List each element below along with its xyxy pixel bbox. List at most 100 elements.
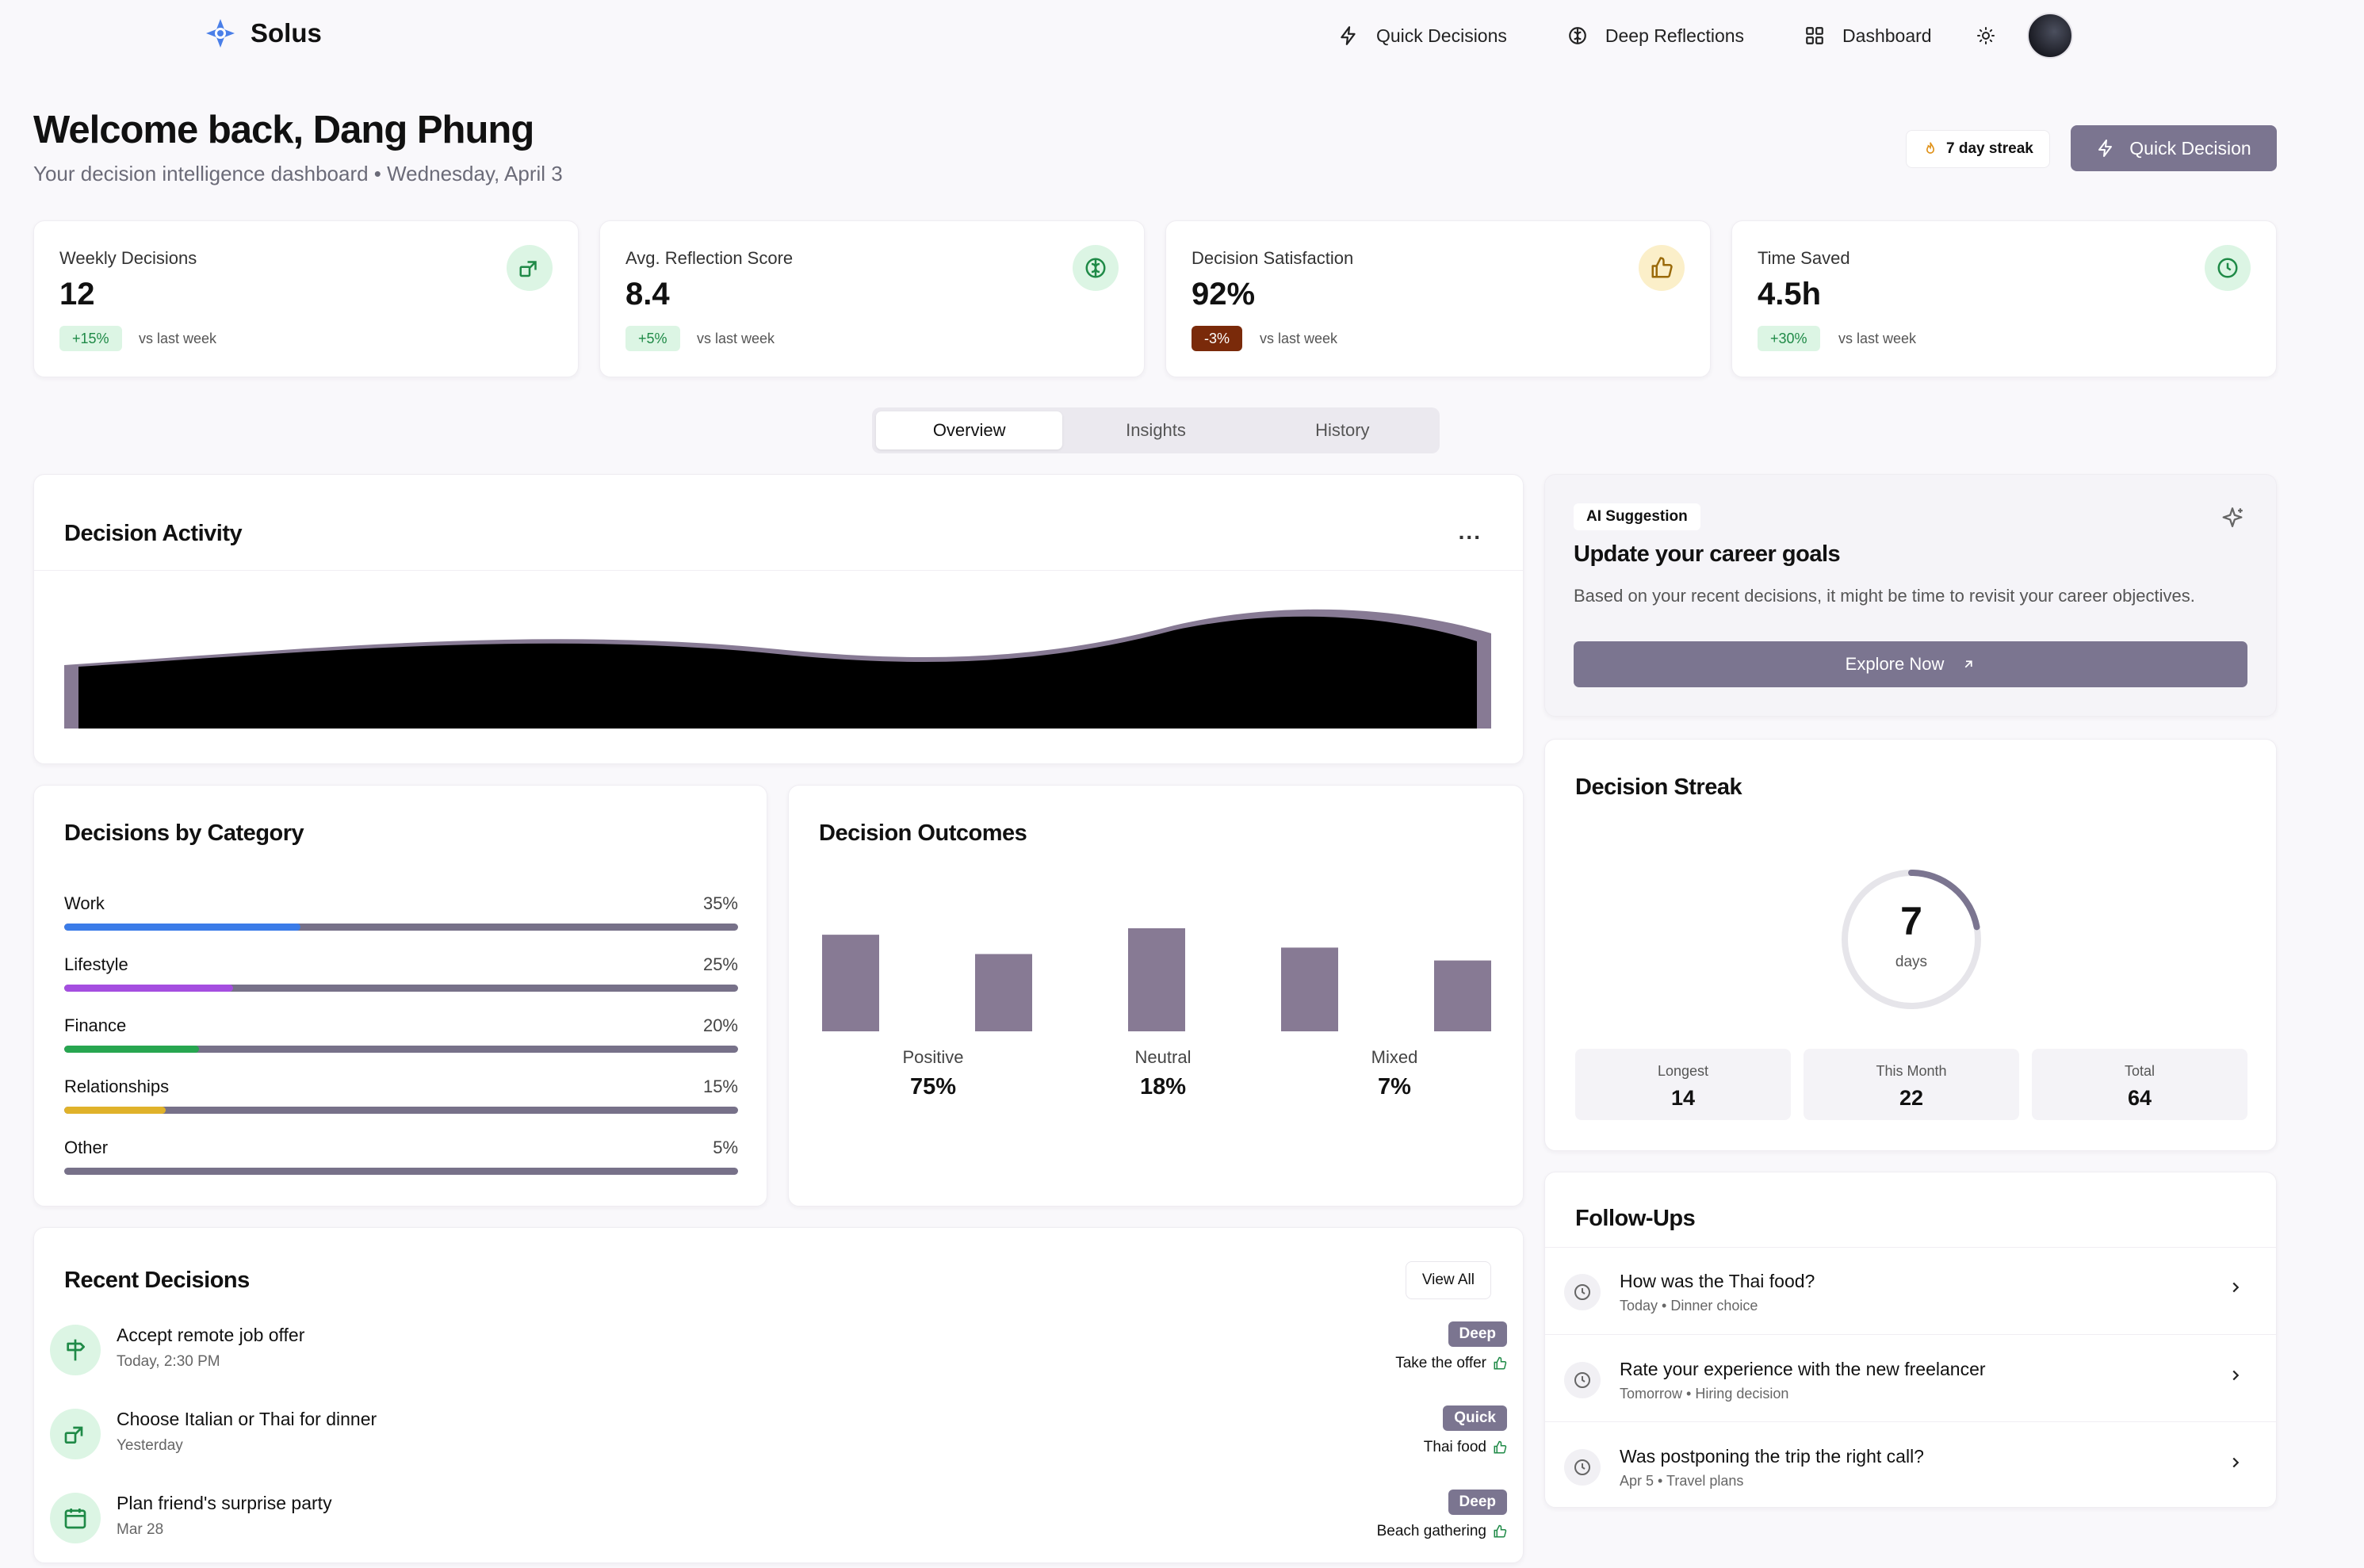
more-menu-icon[interactable]: ...	[1459, 519, 1482, 545]
streak-unit: days	[1895, 954, 1928, 970]
quick-decision-button[interactable]: Quick Decision	[2071, 125, 2277, 171]
streak-stat-label: Longest	[1657, 1063, 1709, 1079]
nav-deep-reflections[interactable]: Deep Reflections	[1567, 25, 1744, 47]
thumbs-up-icon	[1494, 1356, 1507, 1370]
decision-activity-card: Decision Activity ...	[33, 474, 1524, 764]
explore-now-label: Explore Now	[1845, 654, 1945, 674]
stat-card-weekly-decisions: Weekly Decisions 12 +15% vs last week	[33, 220, 579, 377]
card-title: Decision Streak	[1575, 774, 1742, 800]
stat-label: Time Saved	[1758, 248, 1850, 268]
signpost-icon	[50, 1325, 101, 1375]
follow-up-sub: Tomorrow • Hiring decision	[1620, 1386, 1789, 1402]
streak-stat-total: Total 64	[2032, 1049, 2247, 1120]
category-pct: 20%	[702, 1015, 738, 1035]
lightning-icon	[1341, 26, 1356, 45]
streak-stat-longest: Longest 14	[1575, 1049, 1791, 1120]
outcome-value: 75%	[909, 1074, 957, 1100]
clock-icon	[1564, 1362, 1601, 1398]
streak-value: 7	[1900, 899, 1922, 943]
recent-decisions-card: Recent Decisions View All Accept remote …	[33, 1227, 1524, 1563]
nav-dashboard-label: Dashboard	[1842, 25, 1932, 46]
card-title: Recent Decisions	[64, 1268, 250, 1293]
quick-decision-label: Quick Decision	[2129, 137, 2251, 159]
view-tabs: Overview Insights History	[872, 407, 1440, 453]
divider	[34, 570, 1523, 571]
tab-overview[interactable]: Overview	[876, 411, 1063, 449]
category-name: Other	[64, 1138, 109, 1157]
outcome-bar	[822, 935, 879, 1031]
card-title: Decisions by Category	[64, 820, 304, 846]
list-item[interactable]: Plan friend's surprise party Mar 28 Deep…	[50, 1486, 1507, 1555]
ai-suggestion-card: AI Suggestion Update your career goals B…	[1544, 474, 2277, 717]
decision-result-label: Thai food	[1423, 1439, 1486, 1455]
follow-up-sub: Today • Dinner choice	[1620, 1298, 1758, 1314]
ai-suggestion-tag: AI Suggestion	[1574, 503, 1700, 530]
outcome-value: 18%	[1139, 1074, 1187, 1100]
stat-value: 8.4	[625, 277, 670, 312]
tab-insights[interactable]: Insights	[1062, 411, 1249, 449]
decision-type-badge: Deep	[1448, 1321, 1507, 1347]
category-row: Finance 20%	[64, 1015, 738, 1053]
arrow-up-right-icon	[1964, 660, 1973, 668]
decision-result-label: Take the offer	[1395, 1355, 1486, 1371]
app-logo[interactable]: Solus	[205, 17, 322, 49]
clock-icon	[2205, 245, 2251, 291]
list-item[interactable]: Rate your experience with the new freela…	[1545, 1334, 2276, 1421]
outcome-bar	[975, 954, 1032, 1031]
follow-ups-card: Follow-Ups How was the Thai food? Today …	[1544, 1172, 2277, 1508]
stat-label: Avg. Reflection Score	[625, 248, 794, 268]
outcome-bar	[1434, 960, 1491, 1031]
stat-delta: +15%	[59, 326, 122, 351]
list-item[interactable]: Choose Italian or Thai for dinner Yester…	[50, 1402, 1507, 1470]
decision-result: Take the offer	[1395, 1355, 1507, 1372]
decision-streak-card: Decision Streak 7 days Longest 14 This M…	[1544, 739, 2277, 1151]
outcome-bar-chart	[822, 928, 1491, 1031]
thumbs-up-icon	[1639, 245, 1685, 291]
nav-quick-decisions[interactable]: Quick Decisions	[1338, 25, 1507, 47]
flame-icon	[1926, 142, 1935, 154]
user-avatar[interactable]	[2026, 13, 2073, 59]
stat-label: Decision Satisfaction	[1192, 248, 1354, 268]
nav-dashboard[interactable]: Dashboard	[1804, 25, 1932, 47]
tab-history[interactable]: History	[1249, 411, 1436, 449]
theme-toggle[interactable]	[1976, 26, 1995, 45]
stat-card-time-saved: Time Saved 4.5h +30% vs last week	[1731, 220, 2277, 377]
stat-vs: vs last week	[1838, 331, 1917, 346]
streak-stat-label: Total	[2124, 1063, 2156, 1079]
decision-title: Plan friend's surprise party	[117, 1493, 332, 1513]
category-name: Finance	[64, 1015, 127, 1035]
calendar-icon	[50, 1493, 101, 1543]
category-bar	[64, 924, 738, 931]
outcome-label: Mixed	[1371, 1047, 1418, 1067]
streak-stat-value: 14	[1670, 1086, 1696, 1110]
decision-result-label: Beach gathering	[1376, 1523, 1486, 1539]
category-row: Lifestyle 25%	[64, 954, 738, 992]
list-item[interactable]: Accept remote job offer Today, 2:30 PM D…	[50, 1318, 1507, 1386]
stat-card-satisfaction: Decision Satisfaction 92% -3% vs last we…	[1165, 220, 1711, 377]
decision-time: Yesterday	[117, 1437, 183, 1454]
sun-icon	[1976, 27, 1995, 44]
decision-icon	[50, 1409, 101, 1459]
ai-suggestion-desc: Based on your recent decisions, it might…	[1574, 586, 2195, 606]
decision-title: Accept remote job offer	[117, 1325, 305, 1345]
grid-icon	[1806, 27, 1823, 44]
list-item[interactable]: How was the Thai food? Today • Dinner ch…	[1545, 1247, 2276, 1334]
outcome-bar	[1281, 947, 1338, 1031]
category-bar	[64, 985, 738, 992]
chevron-right-icon	[2232, 1282, 2240, 1293]
outcome-label: Positive	[902, 1047, 964, 1067]
outcome-bar	[1128, 928, 1185, 1031]
chevron-right-icon	[2232, 1457, 2240, 1468]
view-all-button[interactable]: View All	[1405, 1261, 1491, 1299]
stat-delta: -3%	[1192, 326, 1243, 351]
stat-value: 4.5h	[1758, 277, 1822, 312]
decision-type-badge: Quick	[1443, 1405, 1507, 1431]
list-item[interactable]: Was postponing the trip the right call? …	[1545, 1421, 2276, 1509]
stat-card-reflection-score: Avg. Reflection Score 8.4 +5% vs last we…	[599, 220, 1145, 377]
category-row: Work 35%	[64, 893, 738, 931]
category-bar	[64, 1168, 738, 1175]
stat-vs: vs last week	[139, 331, 217, 346]
explore-now-button[interactable]: Explore Now	[1574, 641, 2247, 687]
category-fill	[64, 1107, 166, 1114]
brain-icon	[1073, 245, 1119, 291]
